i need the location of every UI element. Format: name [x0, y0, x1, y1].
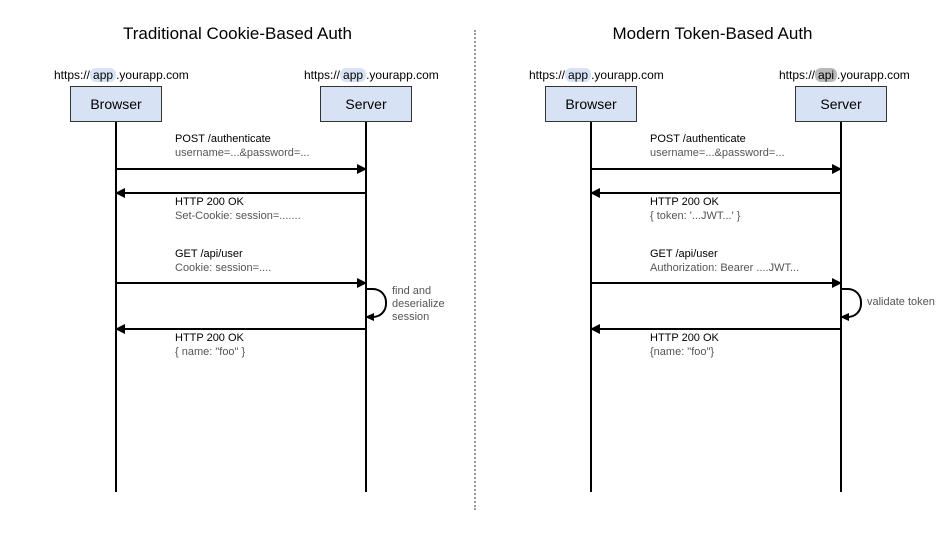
msg-setcookie: HTTP 200 OK Set-Cookie: session=....... — [175, 196, 301, 224]
panel-title: Traditional Cookie-Based Auth — [0, 24, 475, 44]
url-subdomain: api — [815, 68, 837, 82]
msg-line2: {name: "foo"} — [650, 346, 714, 358]
msg-line2: Set-Cookie: session=....... — [175, 210, 301, 222]
url-prefix: https:// — [54, 68, 90, 82]
msg-response: HTTP 200 OK {name: "foo"} — [650, 332, 719, 360]
msg-authenticate: POST /authenticate username=...&password… — [650, 133, 785, 161]
browser-lifeline — [115, 122, 117, 492]
self-loop — [842, 288, 862, 318]
arrow-left-1 — [117, 192, 365, 194]
msg-getuser: GET /api/user Cookie: session=.... — [175, 248, 271, 276]
url-suffix: .yourapp.com — [366, 68, 439, 82]
msg-line1: GET /api/user — [650, 248, 718, 260]
url-subdomain: app — [565, 68, 591, 82]
browser-url: https://app.yourapp.com — [529, 68, 664, 82]
msg-line2: username=...&password=... — [175, 147, 310, 159]
panel-title: Modern Token-Based Auth — [475, 24, 950, 44]
msg-line1: HTTP 200 OK — [175, 196, 244, 208]
url-prefix: https:// — [304, 68, 340, 82]
url-subdomain: app — [90, 68, 116, 82]
arrow-right-1 — [117, 168, 365, 170]
msg-line1: POST /authenticate — [175, 133, 271, 145]
url-subdomain: app — [340, 68, 366, 82]
arrow-left-2 — [117, 328, 365, 330]
browser-lifeline — [590, 122, 592, 492]
server-url: https://api.yourapp.com — [779, 68, 910, 82]
server-url: https://app.yourapp.com — [304, 68, 439, 82]
url-suffix: .yourapp.com — [116, 68, 189, 82]
msg-getuser: GET /api/user Authorization: Bearer ....… — [650, 248, 799, 276]
msg-line1: GET /api/user — [175, 248, 243, 260]
browser-box: Browser — [545, 86, 637, 122]
msg-line2: Cookie: session=.... — [175, 262, 271, 274]
msg-line2: Authorization: Bearer ....JWT... — [650, 262, 799, 274]
url-suffix: .yourapp.com — [591, 68, 664, 82]
cookie-auth-panel: Traditional Cookie-Based Auth https://ap… — [0, 0, 475, 540]
arrow-right-2 — [592, 282, 840, 284]
arrow-left-1 — [592, 192, 840, 194]
msg-response: HTTP 200 OK { name: "foo" } — [175, 332, 245, 360]
self-loop — [367, 288, 387, 318]
url-prefix: https:// — [779, 68, 815, 82]
browser-box: Browser — [70, 86, 162, 122]
self-loop-label: find and deserialize session — [392, 285, 445, 325]
self-loop-label: validate token — [867, 296, 935, 309]
arrow-right-1 — [592, 168, 840, 170]
msg-line1: HTTP 200 OK — [650, 332, 719, 344]
server-box: Server — [795, 86, 887, 122]
server-box: Server — [320, 86, 412, 122]
msg-line2: { token: '...JWT...' } — [650, 210, 740, 222]
msg-line2: username=...&password=... — [650, 147, 785, 159]
msg-line2: { name: "foo" } — [175, 346, 245, 358]
arrow-right-2 — [117, 282, 365, 284]
msg-line1: HTTP 200 OK — [175, 332, 244, 344]
url-suffix: .yourapp.com — [837, 68, 910, 82]
msg-line1: POST /authenticate — [650, 133, 746, 145]
token-auth-panel: Modern Token-Based Auth https://app.your… — [475, 0, 950, 540]
msg-token: HTTP 200 OK { token: '...JWT...' } — [650, 196, 740, 224]
arrow-left-2 — [592, 328, 840, 330]
msg-authenticate: POST /authenticate username=...&password… — [175, 133, 310, 161]
browser-url: https://app.yourapp.com — [54, 68, 189, 82]
url-prefix: https:// — [529, 68, 565, 82]
msg-line1: HTTP 200 OK — [650, 196, 719, 208]
